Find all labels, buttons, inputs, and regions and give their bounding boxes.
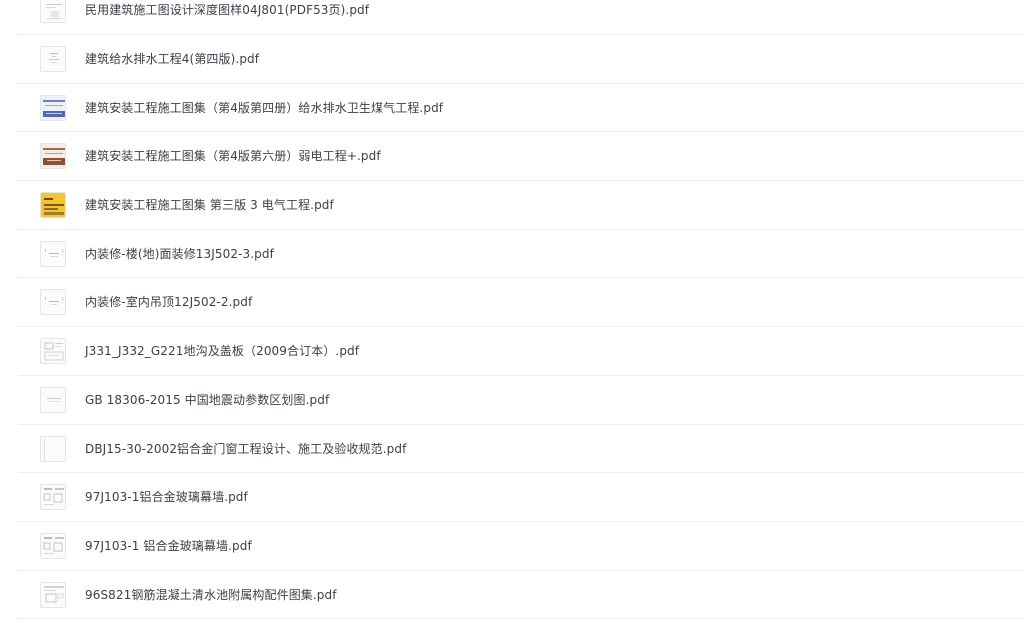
file-name: 建筑给水排水工程4(第四版).pdf [85, 52, 260, 66]
file-row[interactable]: 建筑安装工程施工图集（第4版第四册）给水排水卫生煤气工程.pdf [18, 84, 1024, 133]
drawing-thumbnail-icon [40, 338, 66, 365]
file-row[interactable]: 建筑给水排水工程4(第四版).pdf [18, 35, 1024, 84]
file-name: 民用建筑施工图设计深度图样04J801(PDF53页).pdf [85, 3, 370, 17]
file-row[interactable]: 96S821钢筋混凝土清水池附属构配件图集.pdf [18, 571, 1024, 620]
drawing-thumbnail-icon [40, 532, 66, 559]
file-name: 内装修-室内吊顶12J502-2.pdf [85, 295, 253, 310]
file-name: 内装修-楼(地)面装修13J502-3.pdf [85, 246, 274, 261]
file-name: 建筑安装工程施工图集 第三版 3 电气工程.pdf [85, 198, 334, 213]
document-thumbnail-icon [40, 0, 66, 23]
file-row[interactable]: 97J103-1铝合金玻璃幕墙.pdf [18, 473, 1024, 522]
file-row[interactable]: 民用建筑施工图设计深度图样04J801(PDF53页).pdf [18, 0, 1024, 35]
file-row[interactable]: 内装修-室内吊顶12J502-2.pdf [18, 278, 1024, 328]
file-name: DBJ15-30-2002铝合金门窗工程设计、施工及验收规范.pdf [85, 441, 407, 456]
book-cover-yellow-icon [40, 192, 66, 219]
book-cover-blue-icon [40, 94, 66, 121]
file-row[interactable]: 建筑安装工程施工图集 第三版 3 电气工程.pdf [18, 181, 1024, 230]
book-cover-brown-icon [40, 143, 66, 170]
file-name: 建筑安装工程施工图集（第4版第四册）给水排水卫生煤气工程.pdf [85, 100, 444, 115]
file-row[interactable]: DBJ15-30-2002铝合金门窗工程设计、施工及验收规范.pdf [18, 425, 1024, 474]
file-name: GB 18306-2015 中国地震动参数区划图.pdf [85, 392, 330, 407]
file-name: J331_J332_G221地沟及盖板（2009合订本）.pdf [85, 344, 360, 359]
blank-page-thumbnail-icon [40, 435, 66, 462]
file-row[interactable]: J331_J332_G221地沟及盖板（2009合订本）.pdf [18, 327, 1024, 376]
file-row[interactable]: 建筑安装工程施工图集（第4版第六册）弱电工程+.pdf [18, 132, 1024, 182]
document-thumbnail-icon [40, 289, 66, 316]
file-name: 97J103-1 铝合金玻璃幕墙.pdf [85, 538, 252, 553]
file-name: 建筑安装工程施工图集（第4版第六册）弱电工程+.pdf [85, 149, 381, 164]
file-row[interactable]: 97J103-1 铝合金玻璃幕墙.pdf [18, 522, 1024, 571]
file-name: 97J103-1铝合金玻璃幕墙.pdf [85, 490, 248, 505]
file-row[interactable]: 内装修-楼(地)面装修13J502-3.pdf [18, 230, 1024, 279]
file-row[interactable]: GB 18306-2015 中国地震动参数区划图.pdf [18, 376, 1024, 425]
file-name: 96S821钢筋混凝土清水池附属构配件图集.pdf [85, 587, 337, 602]
document-thumbnail-icon [40, 386, 66, 413]
file-list: 民用建筑施工图设计深度图样04J801(PDF53页).pdf 建筑给水排水工程… [0, 0, 1024, 620]
drawing-thumbnail-icon [40, 581, 66, 608]
document-thumbnail-icon [40, 240, 66, 267]
drawing-thumbnail-icon [40, 484, 66, 511]
document-thumbnail-icon [40, 46, 66, 72]
